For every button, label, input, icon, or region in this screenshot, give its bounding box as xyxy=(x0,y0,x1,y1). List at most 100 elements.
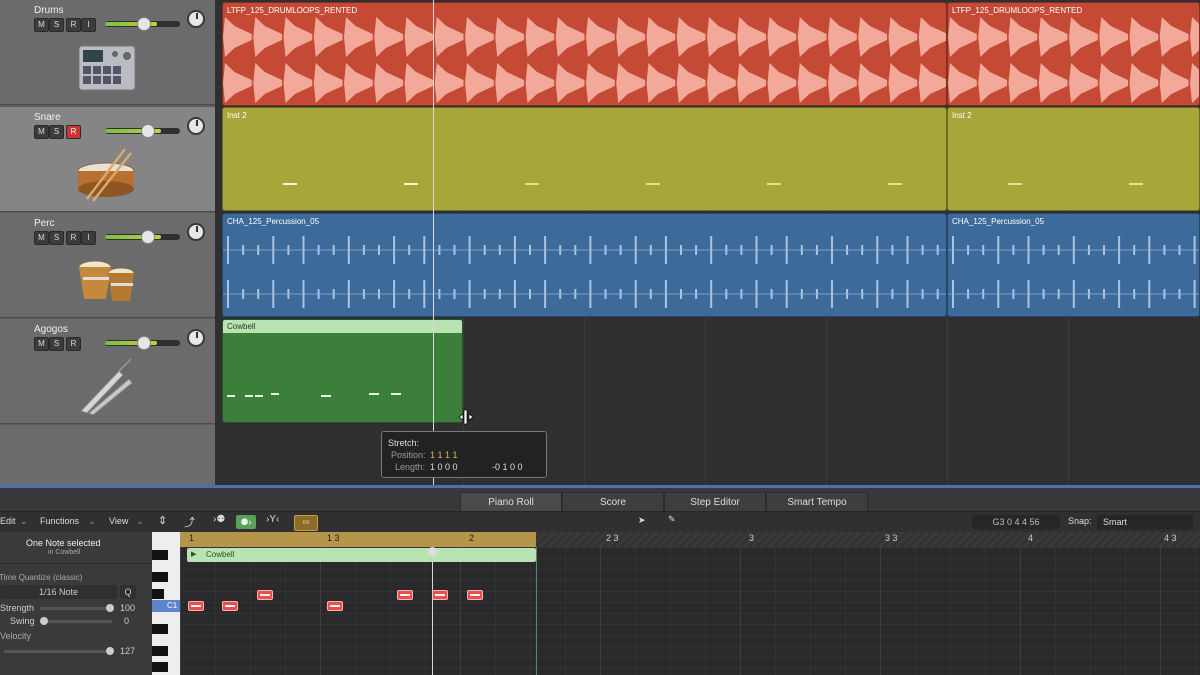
view-menu[interactable]: View xyxy=(109,516,128,526)
velocity-slider[interactable] xyxy=(4,647,114,655)
drum-machine-icon xyxy=(78,45,136,91)
track-name[interactable]: Drums xyxy=(34,5,63,16)
midi-note[interactable] xyxy=(327,601,343,611)
region-name: LTFP_125_DRUMLOOPS_RENTED xyxy=(227,6,358,15)
record-enable-button[interactable]: R xyxy=(66,18,81,32)
audio-region-drums-a[interactable]: LTFP_125_DRUMLOOPS_RENTED xyxy=(222,2,947,106)
ruler-mark: 1 3 xyxy=(327,533,340,543)
midi-out-icon[interactable]: ⚉› xyxy=(236,515,256,529)
ruler-mark: 2 3 xyxy=(606,533,619,543)
track-headers: Drums M S R I Snare M S R Perc M S R I A… xyxy=(0,0,215,485)
mute-button[interactable]: M xyxy=(34,231,49,245)
track-name[interactable]: Perc xyxy=(34,218,55,229)
swing-label: Swing xyxy=(10,616,35,626)
bar-ruler[interactable]: 1 1 3 2 2 3 3 3 3 4 4 3 xyxy=(180,532,1200,547)
swing-slider[interactable] xyxy=(40,617,112,625)
strength-slider[interactable] xyxy=(40,604,114,612)
quantize-select[interactable]: 1/16 Note xyxy=(0,585,117,599)
volume-slider[interactable] xyxy=(105,17,180,31)
mute-button[interactable]: M xyxy=(34,18,49,32)
pan-knob[interactable] xyxy=(187,223,205,241)
snap-select[interactable]: Smart xyxy=(1097,515,1193,529)
audio-region-perc-a[interactable]: CHA_125_Percussion_05 xyxy=(222,213,947,317)
pan-knob[interactable] xyxy=(187,329,205,347)
pointer-tool-icon[interactable]: ➤ xyxy=(638,515,646,526)
position-readout: G3 0 4 4 56 xyxy=(972,515,1060,529)
empty-track-area[interactable] xyxy=(0,425,215,485)
piano-keyboard[interactable]: C1 xyxy=(152,532,180,675)
solo-button[interactable]: S xyxy=(49,125,64,139)
track-header-perc[interactable]: Perc M S R I xyxy=(0,213,215,318)
midi-note[interactable] xyxy=(397,590,413,600)
record-enable-button[interactable]: R xyxy=(66,337,81,351)
solo-button[interactable]: S xyxy=(49,337,64,351)
ruler-mark: 2 xyxy=(469,533,475,543)
ruler-mark: 3 3 xyxy=(885,533,898,543)
swing-value: 0 xyxy=(124,616,130,626)
mute-button[interactable]: M xyxy=(34,337,49,351)
mute-button[interactable]: M xyxy=(34,125,49,139)
selection-status: One Note selected xyxy=(26,538,101,548)
solo-button[interactable]: S xyxy=(49,231,64,245)
track-header-agogos[interactable]: Agogos M S R xyxy=(0,319,215,424)
midi-region-inst-b[interactable]: Inst 2 xyxy=(947,107,1200,211)
region-name: Cowbell xyxy=(227,322,256,331)
piano-roll-playhead[interactable] xyxy=(432,549,433,675)
audio-region-perc-b[interactable]: CHA_125_Percussion_05 xyxy=(947,213,1200,317)
pan-knob[interactable] xyxy=(187,10,205,28)
piano-roll-grid[interactable]: ▶ Cowbell xyxy=(180,547,1200,675)
playhead[interactable] xyxy=(433,0,434,485)
c1-key[interactable]: C1 xyxy=(152,600,180,612)
midi-note[interactable] xyxy=(257,590,273,600)
midi-note[interactable] xyxy=(188,601,204,611)
region-name: Cowbell xyxy=(206,550,235,559)
pan-knob[interactable] xyxy=(187,117,205,135)
editor-toolbar: Edit ⌄ Functions ⌄ View ⌄ ⇕ ⤴ ›⚉ ⚉› ›Y‹ … xyxy=(0,511,1200,534)
c1-key-label: C1 xyxy=(167,601,178,610)
position-label: Position: xyxy=(391,450,426,460)
solo-button[interactable]: S xyxy=(49,18,64,32)
region-name: LTFP_125_DRUMLOOPS_RENTED xyxy=(952,6,1083,15)
tooltip-title: Stretch: xyxy=(388,438,420,448)
midi-note[interactable] xyxy=(467,590,483,600)
track-header-snare[interactable]: Snare M S R xyxy=(0,107,215,212)
catch-icon[interactable]: ›Y‹ xyxy=(266,514,279,525)
track-name[interactable]: Snare xyxy=(34,112,61,123)
playhead-handle[interactable] xyxy=(428,547,437,556)
piano-roll-region-header[interactable]: ▶ Cowbell xyxy=(187,548,536,562)
ruler-mark: 4 xyxy=(1028,533,1034,543)
midi-note[interactable] xyxy=(222,601,238,611)
resize-cursor-icon xyxy=(458,409,474,425)
link-icon[interactable]: ∞ xyxy=(294,515,318,531)
input-monitor-button[interactable]: I xyxy=(81,231,96,245)
automation-icon[interactable]: ⤴ xyxy=(184,514,195,530)
quantize-button[interactable]: Q xyxy=(120,585,136,599)
region-name: Inst 2 xyxy=(227,111,247,120)
tracks-workspace[interactable]: LTFP_125_DRUMLOOPS_RENTED LTFP_125_DRUML… xyxy=(215,0,1200,485)
input-monitor-button[interactable]: I xyxy=(81,18,96,32)
audio-region-drums-b[interactable]: LTFP_125_DRUMLOOPS_RENTED xyxy=(947,2,1200,106)
track-name[interactable]: Agogos xyxy=(34,324,68,335)
edit-menu[interactable]: Edit xyxy=(0,516,16,526)
volume-slider[interactable] xyxy=(105,336,180,350)
volume-slider[interactable] xyxy=(105,230,180,244)
pencil-tool-icon[interactable]: ✎ xyxy=(668,514,676,525)
volume-slider[interactable] xyxy=(105,124,180,138)
ruler-mark: 4 3 xyxy=(1164,533,1177,543)
record-enable-button[interactable]: R xyxy=(66,125,81,139)
agogo-bell-icon xyxy=(80,358,133,415)
record-enable-button[interactable]: R xyxy=(66,231,81,245)
midi-note[interactable] xyxy=(432,590,448,600)
region-name: CHA_125_Percussion_05 xyxy=(227,217,320,226)
piano-roll-inspector: One Note selected in Cowbell ▭ Time Quan… xyxy=(0,532,169,675)
functions-menu[interactable]: Functions xyxy=(40,516,79,526)
ruler-mark: 1 xyxy=(189,533,195,543)
waveform xyxy=(223,17,946,103)
view-chevron-icon: ⌄ xyxy=(136,516,144,526)
midi-region-cowbell[interactable]: Cowbell xyxy=(222,319,463,423)
cycle-area[interactable] xyxy=(180,532,536,547)
collapse-icon[interactable]: ⇕ xyxy=(158,514,167,527)
track-header-drums[interactable]: Drums M S R I xyxy=(0,0,215,105)
midi-region-inst-a[interactable]: Inst 2 xyxy=(222,107,947,211)
midi-in-icon[interactable]: ›⚉ xyxy=(213,514,225,525)
